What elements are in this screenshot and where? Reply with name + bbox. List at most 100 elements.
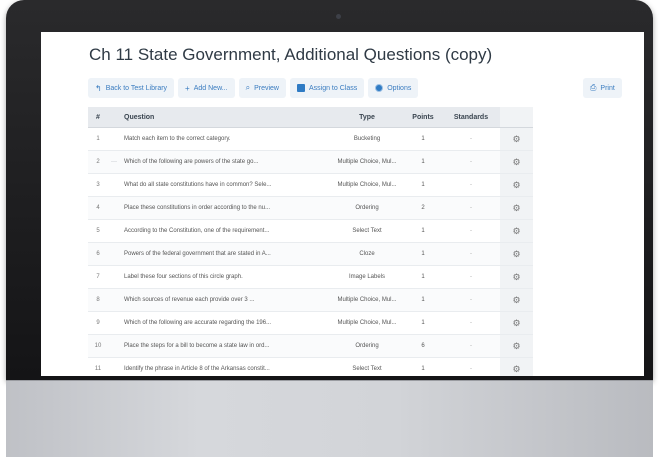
row-select-checkbox[interactable] <box>108 173 120 197</box>
question-type: Select Text <box>330 357 404 376</box>
row-number: 10 <box>88 334 108 358</box>
row-select-checkbox[interactable] <box>108 334 120 358</box>
table-row[interactable]: 5 According to the Constitution, one of t… <box>88 219 533 243</box>
question-standards: - <box>442 127 500 151</box>
gear-icon[interactable]: ⚙ <box>512 157 520 167</box>
gear-icon[interactable]: ⚙ <box>512 180 520 190</box>
row-actions-cell: ⚙ <box>500 242 533 266</box>
col-header-points[interactable]: Points <box>404 107 442 128</box>
question-points: 2 <box>404 196 442 220</box>
assign-icon <box>296 84 305 92</box>
question-text[interactable]: Which of the following are powers of the… <box>120 150 330 174</box>
preview-button[interactable]: ⌕ Preview <box>238 78 286 98</box>
table-row[interactable]: 1 Match each item to the correct category… <box>88 127 533 151</box>
table-row[interactable]: 10 Place the steps for a bill to become a… <box>88 334 533 358</box>
row-actions-cell: ⚙ <box>500 357 533 376</box>
question-type: Select Text <box>330 219 404 243</box>
print-icon: ⎙ <box>590 83 597 92</box>
question-text[interactable]: Identify the phrase in Article 8 of the … <box>120 357 330 376</box>
row-select-checkbox[interactable] <box>108 265 120 289</box>
row-actions-cell: ⚙ <box>500 150 533 174</box>
question-standards: - <box>442 265 500 289</box>
question-text[interactable]: According to the Constitution, one of th… <box>120 219 330 243</box>
question-text[interactable]: Which sources of revenue each provide ov… <box>120 288 330 312</box>
question-type: Multiple Choice, Mul... <box>330 311 404 335</box>
question-standards: - <box>442 288 500 312</box>
question-points: 1 <box>404 173 442 197</box>
question-standards: - <box>442 357 500 376</box>
question-type: Multiple Choice, Mul... <box>330 150 404 174</box>
back-arrow-icon: ↰ <box>95 83 102 93</box>
add-new-label: Add New... <box>193 84 228 92</box>
gear-icon[interactable]: ⚙ <box>512 364 520 374</box>
col-header-type[interactable]: Type <box>330 107 404 128</box>
add-new-button[interactable]: + Add New... <box>178 78 235 98</box>
question-text[interactable]: Which of the following are accurate rega… <box>120 311 330 335</box>
row-actions-cell: ⚙ <box>500 127 533 151</box>
gear-icon[interactable]: ⚙ <box>512 272 520 282</box>
row-select-checkbox[interactable]: — <box>108 150 120 174</box>
question-points: 1 <box>404 288 442 312</box>
question-standards: - <box>442 334 500 358</box>
row-select-checkbox[interactable] <box>108 196 120 220</box>
col-header-question[interactable]: Question <box>120 107 330 128</box>
gear-icon[interactable]: ⚙ <box>512 203 520 213</box>
question-standards: - <box>442 311 500 335</box>
question-text[interactable]: Powers of the federal government that ar… <box>120 242 330 266</box>
question-points: 1 <box>404 357 442 376</box>
row-select-checkbox[interactable] <box>108 219 120 243</box>
table-row[interactable]: 3 What do all state constitutions have in… <box>88 173 533 197</box>
row-select-checkbox[interactable] <box>108 311 120 335</box>
table-row[interactable]: 9 Which of the following are accurate reg… <box>88 311 533 335</box>
col-header-standards[interactable]: Standards <box>442 107 500 128</box>
row-actions-cell: ⚙ <box>500 288 533 312</box>
question-type: Ordering <box>330 196 404 220</box>
question-text[interactable]: Place these constitutions in order accor… <box>120 196 330 220</box>
row-select-checkbox[interactable] <box>108 242 120 266</box>
print-label: Print <box>600 84 615 92</box>
table-row[interactable]: 7 Label these four sections of this circl… <box>88 265 533 289</box>
table-row[interactable]: 4 Place these constitutions in order acco… <box>88 196 533 220</box>
camera-dot <box>336 14 341 19</box>
gear-icon[interactable]: ⚙ <box>512 226 520 236</box>
options-button[interactable]: Options <box>368 78 419 98</box>
assign-label: Assign to Class <box>308 84 358 92</box>
col-header-select <box>108 107 120 128</box>
question-text[interactable]: What do all state constitutions have in … <box>120 173 330 197</box>
page-title: Ch 11 State Government, Additional Quest… <box>89 45 493 64</box>
row-number: 4 <box>88 196 108 220</box>
back-to-library-button[interactable]: ↰ Back to Test Library <box>88 78 175 98</box>
row-actions-cell: ⚙ <box>500 196 533 220</box>
row-number: 8 <box>88 288 108 312</box>
question-standards: - <box>442 173 500 197</box>
question-points: 1 <box>404 311 442 335</box>
table-row[interactable]: 8 Which sources of revenue each provide o… <box>88 288 533 312</box>
question-text[interactable]: Match each item to the correct category. <box>120 127 330 151</box>
row-select-checkbox[interactable] <box>108 127 120 151</box>
table-row[interactable]: 2— Which of the following are powers of t… <box>88 150 533 174</box>
table-row[interactable]: 11 Identify the phrase in Article 8 of th… <box>88 357 533 376</box>
question-points: 1 <box>404 265 442 289</box>
question-points: 1 <box>404 219 442 243</box>
gear-icon[interactable]: ⚙ <box>512 249 520 259</box>
screen: Ch 11 State Government, Additional Quest… <box>41 32 644 376</box>
question-type: Cloze <box>330 242 404 266</box>
table-row[interactable]: 6 Powers of the federal government that a… <box>88 242 533 266</box>
row-select-checkbox[interactable] <box>108 288 120 312</box>
assign-to-class-button[interactable]: Assign to Class <box>289 78 365 98</box>
row-number: 6 <box>88 242 108 266</box>
search-icon: ⌕ <box>245 83 251 92</box>
gear-icon[interactable]: ⚙ <box>512 341 520 351</box>
row-select-checkbox[interactable] <box>108 357 120 376</box>
question-type: Image Labels <box>330 265 404 289</box>
row-actions-cell: ⚙ <box>500 265 533 289</box>
print-button[interactable]: ⎙ Print <box>583 78 622 98</box>
col-header-number[interactable]: # <box>88 107 108 128</box>
gear-icon[interactable]: ⚙ <box>512 295 520 305</box>
question-type: Bucketing <box>330 127 404 151</box>
question-text[interactable]: Place the steps for a bill to become a s… <box>120 334 330 358</box>
question-points: 1 <box>404 127 442 151</box>
question-text[interactable]: Label these four sections of this circle… <box>120 265 330 289</box>
gear-icon[interactable]: ⚙ <box>512 134 520 144</box>
gear-icon[interactable]: ⚙ <box>512 318 520 328</box>
